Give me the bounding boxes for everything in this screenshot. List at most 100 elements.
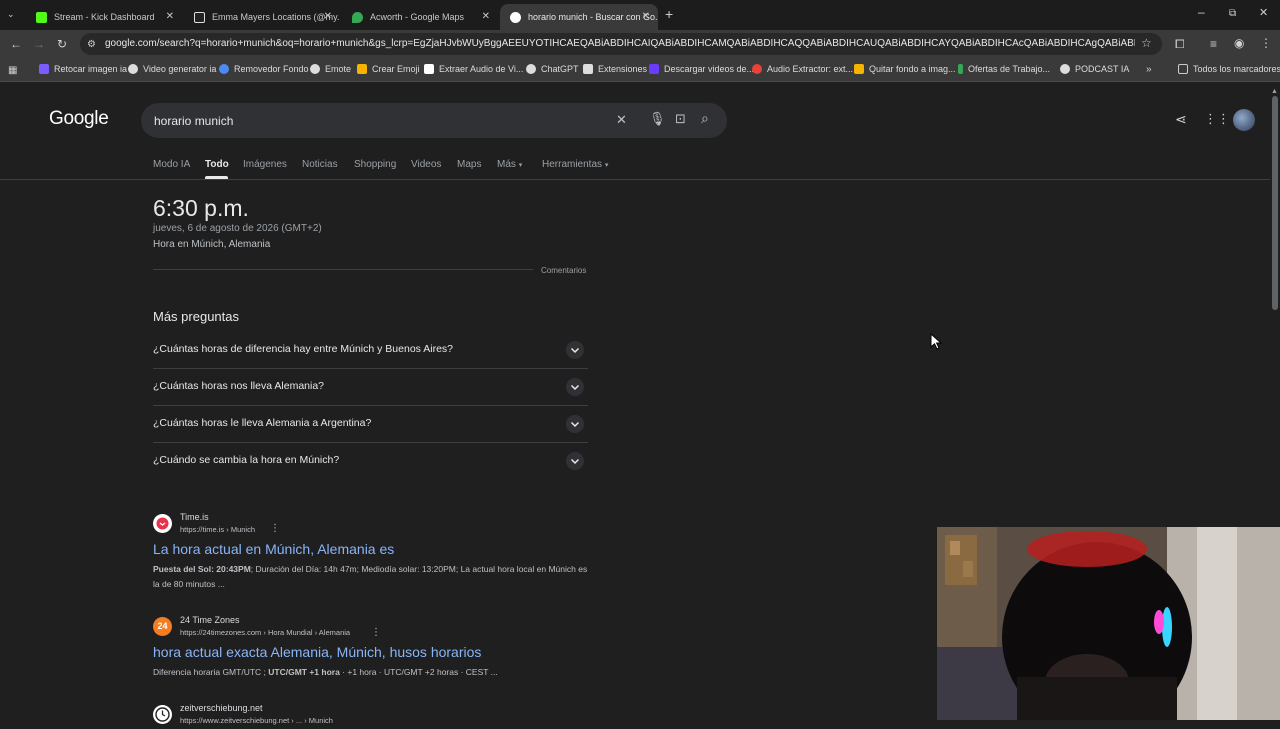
bookmark-favicon-icon [649,64,659,74]
restore-icon[interactable]: ⧉ [1229,8,1236,20]
reload-icon[interactable]: ↻ [57,38,67,50]
tab-mas[interactable]: Más ▾ [497,159,522,170]
url-text[interactable]: google.com/search?q=horario+munich&oq=ho… [105,38,1135,49]
bookmark-label: Audio Extractor: ext... [767,64,854,74]
tab-herramientas-label: Herramientas [542,159,603,170]
apps-icon[interactable]: ▦ [8,65,17,77]
chevron-down-icon[interactable] [566,452,584,470]
lens-icon[interactable]: ⊡ [675,112,686,125]
scrollbar-thumb[interactable] [1272,96,1278,310]
all-bookmarks-folder[interactable]: Todos los marcadores [1178,64,1280,74]
more-options-icon[interactable]: ⋮ [270,523,280,534]
result-site-name[interactable]: zeitverschiebung.net [180,703,263,713]
paa-question[interactable]: ¿Cuándo se cambia la hora en Múnich? [153,454,339,466]
tab-maps[interactable]: Maps [457,159,481,170]
more-options-icon[interactable]: ⋮ [371,627,381,638]
bookmark-favicon-icon [219,64,229,74]
search-input[interactable]: horario munich [154,114,233,128]
tab-todo[interactable]: Todo [205,159,229,170]
tab-title: horario munich - Buscar con Go... [528,12,658,22]
site-info-icon[interactable]: ⚙ [87,39,96,51]
result-site-name[interactable]: 24 Time Zones [180,615,240,625]
close-icon[interactable]: ✕ [642,11,650,22]
bookmark-item[interactable]: Audio Extractor: ext... [752,64,853,74]
bookmark-favicon-icon [1060,64,1070,74]
media-icon[interactable]: ≡ [1210,38,1217,50]
window-close-icon[interactable]: ✕ [1259,7,1268,19]
forward-icon[interactable]: → [33,38,45,50]
feedback-link[interactable]: Comentarios [541,266,586,275]
bookmark-label: Retocar imagen ia [54,64,128,74]
tab-imagenes[interactable]: Imágenes [243,159,287,170]
microphone-icon[interactable]: 🎙 [649,112,666,125]
result-site-name[interactable]: Time.is [180,512,209,522]
close-icon[interactable]: ✕ [166,11,174,22]
bookmark-item[interactable]: ChatGPT [526,64,579,74]
tab-modo-ia[interactable]: Modo IA [153,159,190,170]
tab-google-search[interactable]: horario munich - Buscar con Go... ✕ [500,4,658,30]
tab-noticias[interactable]: Noticias [302,159,338,170]
paa-question[interactable]: ¿Cuántas horas le lleva Alemania a Argen… [153,417,371,429]
more-bookmarks-icon[interactable]: » [1146,64,1152,76]
tab-shopping[interactable]: Shopping [354,159,396,170]
snippet-bold: Puesta del Sol: 20:43PM [153,564,251,574]
tab-search-icon[interactable]: ⌄ [7,8,15,20]
tab-herramientas[interactable]: Herramientas ▾ [542,159,608,170]
bookmark-favicon-icon [752,64,762,74]
minimize-icon[interactable]: – [1198,6,1205,18]
bookmark-item[interactable]: Ofertas de Trabajo... [958,64,1050,74]
bookmark-favicon-icon [526,64,536,74]
tab-title: Acworth - Google Maps [370,12,465,22]
all-bookmarks-label: Todos los marcadores [1193,64,1280,74]
bookmark-item[interactable]: Video generator ia [128,64,216,74]
chevron-down-icon[interactable] [566,378,584,396]
bookmark-item[interactable]: Emote [310,64,351,74]
bookmark-star-icon[interactable]: ☆ [1141,37,1152,49]
tab-videos[interactable]: Videos [411,159,441,170]
result-url[interactable]: https://time.is › Munich [180,525,255,534]
paa-question[interactable]: ¿Cuántas horas nos lleva Alemania? [153,380,324,392]
24timezones-favicon-icon: 24 [153,617,172,636]
tab-tiktok[interactable]: Emma Mayers Locations (@my... ✕ [184,4,340,30]
chevron-down-icon[interactable] [566,415,584,433]
share-icon[interactable]: ⋖ [1175,112,1187,126]
bookmark-item[interactable]: Extensiones [583,64,647,74]
profile-icon[interactable]: ◉ [1234,37,1244,49]
bookmark-item[interactable]: Descargar videos de... [649,64,754,74]
bookmark-favicon-icon [357,64,367,74]
bookmark-item[interactable]: Quitar fondo a imag... [854,64,956,74]
extensions-icon[interactable]: ⧠ [1175,38,1185,50]
google-logo[interactable]: Google [49,108,109,130]
result-url[interactable]: https://www.zeitverschiebung.net › ... ›… [180,716,333,725]
result-url[interactable]: https://24timezones.com › Hora Mundial ›… [180,628,350,637]
bookmark-item[interactable]: Retocar imagen ia [39,64,127,74]
caret-down-icon: ▾ [518,162,523,169]
tab-kick-dashboard[interactable]: Stream - Kick Dashboard ✕ [26,4,182,30]
current-date: jueves, 6 de agosto de 2026 (GMT+2) [153,223,322,234]
google-apps-icon[interactable]: ⋮⋮ [1204,112,1230,125]
result-snippet: Puesta del Sol: 20:43PM; Duración del Dí… [153,562,593,592]
chevron-down-icon[interactable] [566,341,584,359]
bookmark-label: Extraer Audio de Vi... [439,64,524,74]
menu-icon[interactable]: ⋮ [1260,37,1272,49]
result-title[interactable]: hora actual exacta Alemania, Múnich, hus… [153,644,481,660]
new-tab-icon[interactable]: + [665,7,673,21]
maps-favicon-icon [352,11,363,23]
search-icon[interactable]: ⌕ [701,111,709,125]
tab-google-maps[interactable]: Acworth - Google Maps ✕ [342,4,498,30]
divider [153,405,588,406]
result-title[interactable]: La hora actual en Múnich, Alemania es [153,541,394,557]
paa-heading: Más preguntas [153,309,239,324]
back-icon[interactable]: ← [10,38,22,50]
bookmark-item[interactable]: PODCAST IA [1060,64,1129,74]
bookmark-item[interactable]: Crear Emoji [357,64,420,74]
close-icon[interactable]: ✕ [482,11,490,22]
avatar[interactable] [1233,109,1255,131]
clear-icon[interactable]: ✕ [616,113,627,126]
scroll-up-icon[interactable]: ▲ [1271,86,1278,98]
bookmark-item[interactable]: Removedor Fondo [219,64,309,74]
bookmark-item[interactable]: Extraer Audio de Vi... [424,64,523,74]
paa-question[interactable]: ¿Cuántas horas de diferencia hay entre M… [153,343,453,355]
bookmark-label: Ofertas de Trabajo... [968,64,1051,74]
close-icon[interactable]: ✕ [324,11,332,22]
